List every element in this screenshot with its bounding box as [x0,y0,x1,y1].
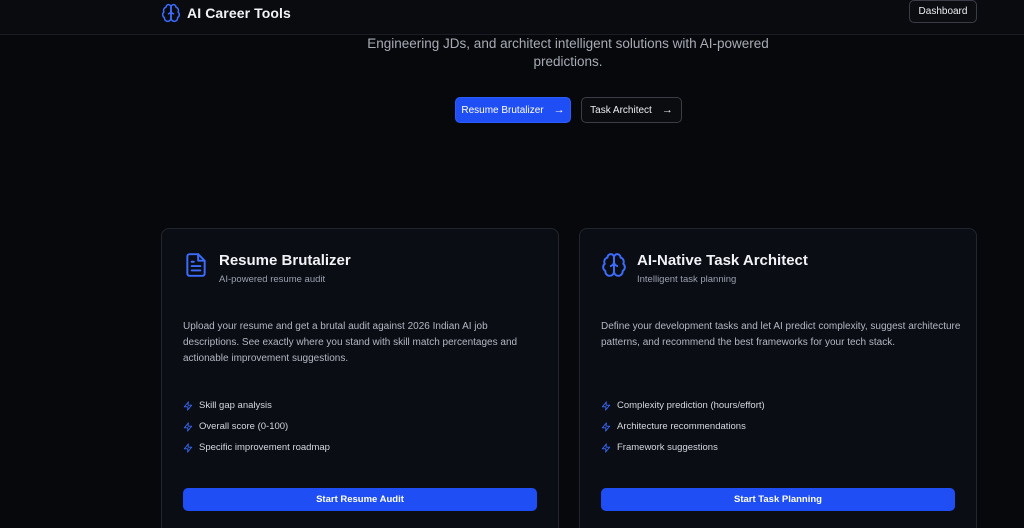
task-architect-card: AI-Native Task Architect Intelligent tas… [579,228,977,528]
feature-label: Skill gap analysis [199,400,272,411]
feature-item: Architecture recommendations [601,416,765,437]
feature-label: Framework suggestions [617,442,718,453]
card-title: Resume Brutalizer [219,252,351,269]
cta-label: Task Architect [590,104,652,116]
resume-brutalizer-cta[interactable]: Resume Brutalizer → [455,97,571,123]
lightning-icon [601,400,611,411]
feature-label: Overall score (0-100) [199,421,289,432]
feature-label: Architecture recommendations [617,421,746,432]
lightning-icon [601,442,611,453]
brand-name: AI Career Tools [187,5,291,21]
brain-icon [161,3,181,23]
lightning-icon [183,400,193,411]
dashboard-button[interactable]: Dashboard [909,0,977,23]
card-subtitle: Intelligent task planning [637,274,737,285]
card-subtitle: AI-powered resume audit [219,274,326,285]
brain-icon [602,253,626,277]
hero-description-line-2: predictions. [533,54,603,69]
resume-brutalizer-card: Resume Brutalizer AI-powered resume audi… [161,228,559,528]
arrow-right-icon: → [553,104,565,116]
feature-item: Framework suggestions [601,437,765,458]
lightning-icon [183,421,193,432]
lightning-icon [183,442,193,453]
cta-label: Resume Brutalizer [461,104,544,116]
feature-list: Skill gap analysis Overall score (0-100)… [183,395,330,458]
hero-description-line-1: Engineering JDs, and architect intellige… [367,36,769,51]
feature-item: Skill gap analysis [183,395,330,416]
card-title: AI-Native Task Architect [637,252,808,269]
lightning-icon [601,421,611,432]
arrow-right-icon: → [661,104,673,116]
start-resume-audit-button[interactable]: Start Resume Audit [183,488,537,511]
card-description: Upload your resume and get a brutal audi… [183,321,518,364]
task-architect-cta[interactable]: Task Architect → [581,97,682,123]
start-task-planning-button[interactable]: Start Task Planning [601,488,955,511]
feature-item: Complexity prediction (hours/effort) [601,395,765,416]
brand[interactable]: AI Career Tools [161,3,291,23]
feature-label: Complexity prediction (hours/effort) [617,400,765,411]
feature-item: Specific improvement roadmap [183,437,330,458]
top-navbar: AI Career Tools Dashboard [0,0,1024,35]
feature-item: Overall score (0-100) [183,416,330,437]
card-description: Define your development tasks and let AI… [601,321,961,348]
feature-list: Complexity prediction (hours/effort) Arc… [601,395,765,458]
document-icon [186,253,206,277]
feature-label: Specific improvement roadmap [199,442,330,453]
